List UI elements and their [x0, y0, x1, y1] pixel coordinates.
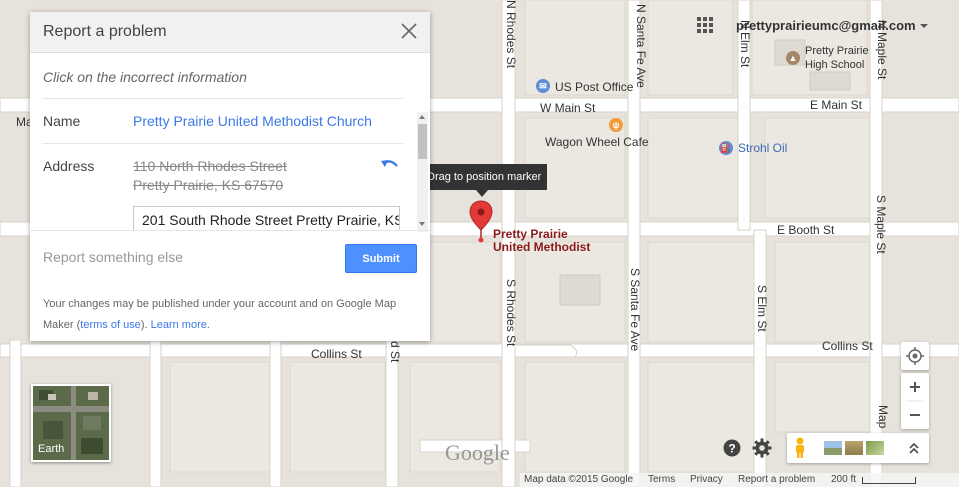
name-label: Name [43, 113, 81, 129]
terms-of-use-link[interactable]: terms of use [80, 319, 141, 331]
svg-text:?: ? [728, 442, 735, 456]
imagery-thumb-2[interactable] [845, 441, 863, 455]
street-label-e-booth: E Booth St [777, 223, 835, 237]
my-location-button[interactable] [901, 342, 929, 370]
google-logo: Google [445, 440, 510, 465]
scale-label: 200 ft [831, 474, 857, 485]
street-label-e-main: E Main St [810, 98, 863, 112]
scroll-up-icon[interactable] [419, 115, 425, 119]
panel-title: Report a problem [43, 23, 167, 40]
restaurant-icon[interactable]: ψ [609, 118, 623, 132]
name-value[interactable]: Pretty Prairie United Methodist Church [133, 113, 372, 129]
old-address-line2: Pretty Prairie, KS 67570 [133, 177, 284, 193]
panel-hint: Click on the incorrect information [43, 69, 247, 85]
zoom-out-button[interactable] [901, 401, 929, 429]
imagery-thumb-3[interactable] [866, 441, 884, 455]
scale-bar [862, 477, 916, 484]
crosshair-icon [906, 347, 924, 365]
old-address-line1: 110 North Rhodes Street [133, 158, 287, 174]
address-label: Address [43, 158, 95, 174]
zoom-controls [901, 373, 929, 429]
privacy-link[interactable]: Privacy [690, 474, 723, 485]
account-caret-icon[interactable] [920, 24, 928, 28]
terms-link[interactable]: Terms [648, 474, 675, 485]
earth-view-toggle[interactable]: Earth [31, 384, 111, 462]
street-label-s-santa-fe: S Santa Fe Ave [628, 268, 642, 352]
address-input[interactable]: 201 South Rhode Street Pretty Prairie, K… [133, 206, 400, 230]
disclaimer-part2: ). [140, 319, 151, 331]
scroll-down-icon[interactable] [419, 222, 425, 226]
gas-station-icon[interactable]: ⛽ [719, 141, 733, 155]
street-label-s-rhodes: S Rhodes St [504, 279, 518, 347]
report-problem-link[interactable]: Report a problem [738, 474, 815, 485]
undo-icon[interactable] [380, 156, 400, 176]
marker-label: Pretty Prairie United Methodist [493, 228, 590, 254]
scroll-thumb[interactable] [418, 124, 427, 159]
street-label-collins-left: Collins St [311, 347, 362, 361]
street-label-d-st: d St [388, 341, 402, 363]
edit-fields-area: Name Pretty Prairie United Methodist Chu… [30, 98, 430, 230]
apps-grid-icon[interactable] [697, 17, 713, 33]
map-data-credit: Map data ©2015 Google [524, 474, 634, 485]
disclaimer-text: Your changes may be published under your… [43, 294, 413, 336]
report-something-else-link[interactable]: Report something else [43, 249, 183, 265]
poi-label-high-school-2[interactable]: High School [805, 59, 864, 71]
zoom-in-button[interactable] [901, 373, 929, 401]
expand-chevron-icon[interactable] [908, 441, 920, 455]
location-pin-icon[interactable] [469, 200, 493, 244]
street-label-w-main: W Main St [540, 101, 596, 115]
street-label-n-santa-fe: N Santa Fe Ave [634, 4, 648, 88]
panel-scrollbar[interactable] [417, 112, 428, 232]
report-problem-panel: Report a problem Click on the incorrect … [30, 12, 430, 341]
poi-label-wagon-wheel[interactable]: Wagon Wheel Cafe [545, 135, 649, 149]
settings-gear-icon[interactable] [752, 438, 772, 458]
panel-header: Report a problem [30, 12, 430, 53]
divider [30, 230, 430, 231]
divider [43, 143, 403, 144]
marker-label-line2: United Methodist [493, 240, 591, 254]
street-label-collins-right: Collins St [822, 339, 873, 353]
street-view-bar[interactable] [787, 433, 929, 463]
earth-label: Earth [38, 443, 65, 455]
post-office-icon[interactable]: ✉ [536, 79, 550, 93]
school-icon[interactable]: ▲ [786, 51, 800, 65]
street-label-s-maple: S Maple St [874, 195, 888, 254]
poi-label-strohl-oil[interactable]: Strohl Oil [738, 141, 787, 155]
imagery-thumb-1[interactable] [824, 441, 842, 455]
street-label-maple-bottom: Map [876, 405, 890, 429]
help-icon[interactable]: ? [723, 439, 741, 457]
drag-marker-tooltip: Drag to position marker [421, 164, 547, 190]
map-footer: Map data ©2015 Google Terms Privacy Repo… [520, 473, 959, 487]
poi-label-post-office[interactable]: US Post Office [555, 80, 633, 94]
pegman-icon[interactable] [793, 437, 807, 459]
poi-label-high-school-1[interactable]: Pretty Prairie [805, 45, 869, 57]
close-icon[interactable] [400, 22, 418, 40]
submit-button[interactable]: Submit [345, 244, 417, 273]
tooltip-arrow [476, 190, 488, 197]
account-email[interactable]: prettyprairieumc@gmail.com [736, 18, 916, 33]
learn-more-link[interactable]: Learn more. [151, 319, 210, 331]
street-label-n-rhodes: N Rhodes St [504, 0, 518, 69]
street-label-s-elm: S Elm St [755, 285, 769, 332]
